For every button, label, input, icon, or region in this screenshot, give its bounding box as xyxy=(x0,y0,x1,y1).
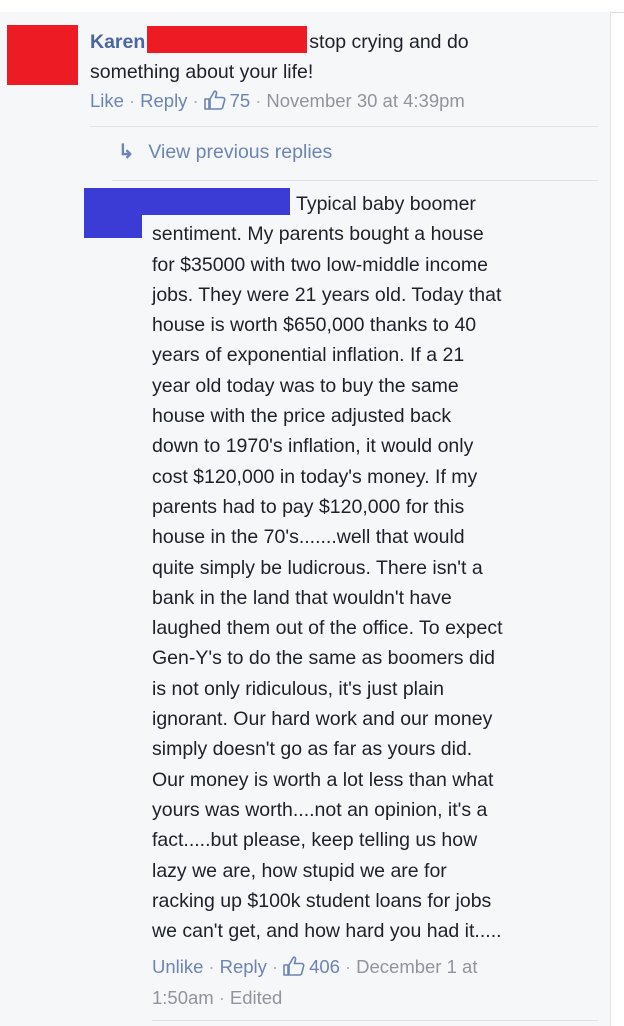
view-previous-replies-label: View previous replies xyxy=(148,141,333,163)
reply-text-line: we can't get, and how hard you had it...… xyxy=(152,920,502,943)
reply-text-line: racking up $100k student loans for jobs xyxy=(152,889,492,912)
reply-text-line: fact.....but please, keep telling us how xyxy=(152,829,478,852)
separator-dot: · xyxy=(208,956,215,977)
reply-text-line: cost $120,000 in today's money. If my xyxy=(152,465,478,488)
reply-avatar-redacted[interactable] xyxy=(84,188,142,238)
reply-link[interactable]: Reply xyxy=(220,956,267,977)
avatar-redacted[interactable] xyxy=(7,25,78,85)
edited-label[interactable]: Edited xyxy=(230,987,282,1008)
comment-timestamp[interactable]: November 30 at 4:39pm xyxy=(266,90,464,111)
reply-comment-actions-line-2: 1:50am · Edited xyxy=(152,987,282,1009)
reply-text-line: years of exponential inflation. If a 21 xyxy=(152,344,465,367)
separator-dot: · xyxy=(255,90,262,111)
reply-timestamp-time[interactable]: 1:50am xyxy=(152,987,214,1008)
reply-text-line: house is worth $650,000 thanks to 40 xyxy=(152,314,477,337)
unlike-link[interactable]: Unlike xyxy=(152,956,203,977)
reply-text-line: house with the price adjusted back xyxy=(152,405,452,428)
reply-text-line: laughed them out of the office. To expec… xyxy=(152,617,503,640)
reply-text-line: Our money is worth a lot less than what xyxy=(152,768,494,791)
reply-comment-text: Typical baby boomer sentiment. My parent… xyxy=(152,189,584,946)
divider xyxy=(90,126,598,127)
comment-text-line-1: stop crying and do xyxy=(309,31,469,53)
reply-text-line: is not only ridiculous, it's just plain xyxy=(152,677,445,700)
main-comment-actions: Like · Reply · 75 · November 30 at 4:39pm xyxy=(90,90,465,115)
reply-text-line: sentiment. My parents bought a house xyxy=(152,223,484,246)
divider xyxy=(112,180,598,181)
author-name-redaction xyxy=(147,26,308,53)
reply-comment-actions: Unlike · Reply · 406 · December 1 at xyxy=(152,956,477,981)
separator-dot: · xyxy=(271,956,279,977)
separator-dot: · xyxy=(218,987,225,1008)
reply-text-line: down to 1970's inflation, it would only xyxy=(152,435,474,458)
reply-text-line: lazy we are, how stupid we are for xyxy=(152,859,447,882)
like-link[interactable]: Like xyxy=(90,90,124,111)
thumbs-up-icon[interactable] xyxy=(283,956,305,981)
screenshot-frame: Karen stop crying and do something about … xyxy=(0,0,624,1026)
comment-text-line-2: something about your life! xyxy=(90,61,314,83)
reply-link[interactable]: Reply xyxy=(140,90,187,111)
view-previous-replies[interactable]: ↳ View previous replies xyxy=(118,140,332,164)
separator-dot: · xyxy=(128,90,136,111)
reply-text-line: bank in the land that wouldn't have xyxy=(152,586,452,609)
main-comment: Karen stop crying and do something about … xyxy=(90,26,600,87)
reply-text-line: quite simply be ludicrous. There isn't a xyxy=(152,556,483,579)
reply-text-line: parents had to pay $120,000 for this xyxy=(152,495,465,518)
divider xyxy=(152,1020,598,1021)
separator-dot: · xyxy=(344,956,352,977)
reply-text-line: year old today was to buy the same xyxy=(152,374,459,397)
reply-text-line: simply doesn't go as far as yours did. xyxy=(152,738,473,761)
reply-timestamp[interactable]: December 1 at xyxy=(356,956,477,977)
like-count[interactable]: 75 xyxy=(230,90,251,111)
separator-dot: · xyxy=(192,90,199,111)
reply-text-line: house in the 70's.......well that would xyxy=(152,526,465,549)
reply-arrow-icon: ↳ xyxy=(118,141,135,163)
reply-text-line: jobs. They were 21 years old. Today that xyxy=(152,283,502,306)
reply-text-line: Typical baby boomer xyxy=(296,193,476,215)
reply-text-line: yours was worth....not an opinion, it's … xyxy=(152,798,488,821)
thumbs-up-icon[interactable] xyxy=(203,90,226,115)
reply-text-line: ignorant. Our hard work and our money xyxy=(152,708,493,731)
like-count[interactable]: 406 xyxy=(309,956,340,977)
reply-text-line: Gen-Y's to do the same as boomers did xyxy=(152,647,495,670)
comment-author-name[interactable]: Karen xyxy=(90,31,145,53)
reply-text-line: for $35000 with two low-middle income xyxy=(152,253,488,276)
